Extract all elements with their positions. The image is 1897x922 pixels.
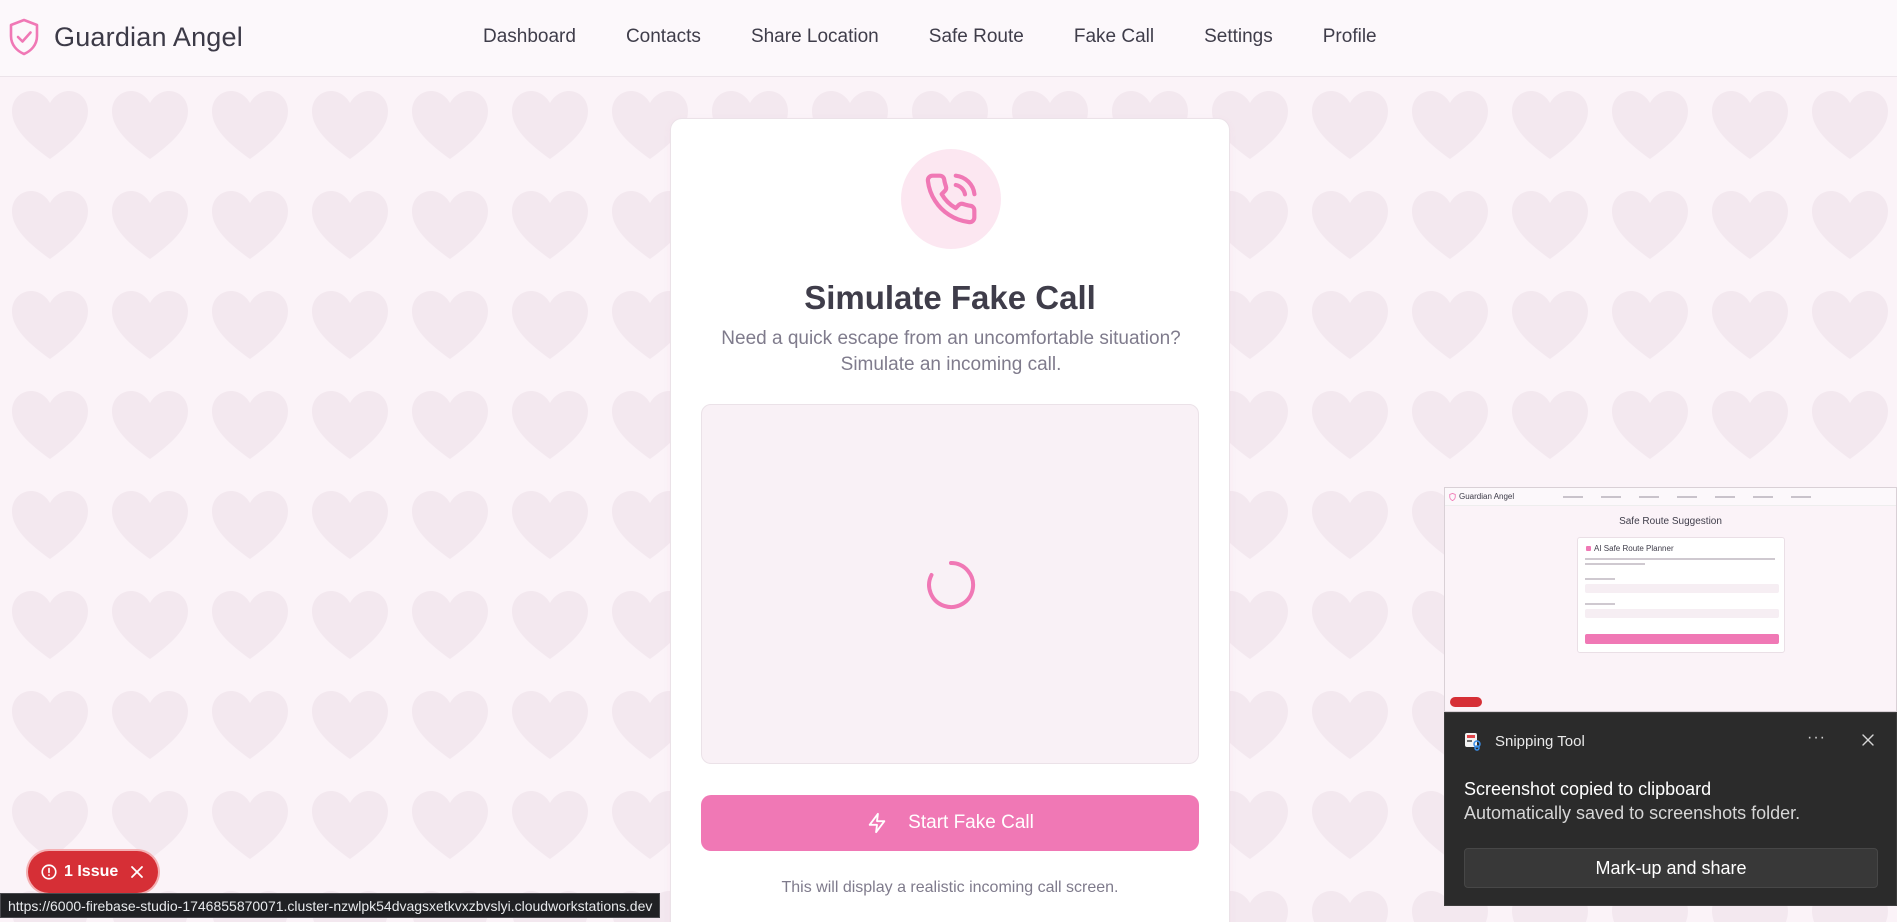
main-nav: Dashboard Contacts Share Location Safe R… bbox=[483, 26, 1427, 48]
zap-icon bbox=[868, 812, 886, 834]
snipping-tool-notification: Snipping Tool ··· Screenshot copied to c… bbox=[1444, 712, 1897, 906]
thumbnail-card: AI Safe Route Planner bbox=[1577, 537, 1785, 653]
close-icon[interactable] bbox=[130, 865, 144, 879]
brand-name: Guardian Angel bbox=[54, 21, 243, 52]
markup-and-share-button[interactable]: Mark-up and share bbox=[1464, 848, 1878, 888]
thumbnail-header: Guardian Angel bbox=[1445, 488, 1896, 506]
thumbnail-nav bbox=[1563, 494, 1829, 498]
issues-label: 1 Issue bbox=[64, 863, 119, 880]
notification-app-name: Snipping Tool bbox=[1495, 733, 1585, 750]
nav-contacts[interactable]: Contacts bbox=[626, 26, 701, 48]
status-url-bar: https://6000-firebase-studio-17468558700… bbox=[0, 893, 661, 918]
thumbnail-brand: Guardian Angel bbox=[1449, 492, 1514, 501]
thumbnail-page-title: Safe Route Suggestion bbox=[1619, 516, 1722, 527]
nav-settings[interactable]: Settings bbox=[1204, 26, 1273, 48]
thumbnail-issue-badge bbox=[1450, 697, 1482, 707]
thumbnail-card-title: AI Safe Route Planner bbox=[1586, 544, 1674, 553]
close-icon[interactable] bbox=[1859, 731, 1877, 749]
more-options-icon[interactable]: ··· bbox=[1807, 729, 1826, 747]
start-fake-call-label: Start Fake Call bbox=[908, 812, 1034, 833]
nav-fake-call[interactable]: Fake Call bbox=[1074, 26, 1154, 48]
top-navbar: Guardian Angel Dashboard Contacts Share … bbox=[0, 0, 1897, 77]
call-preview-area bbox=[701, 404, 1199, 764]
notification-body: Automatically saved to screenshots folde… bbox=[1464, 803, 1801, 823]
fake-call-card: Simulate Fake Call Need a quick escape f… bbox=[670, 118, 1230, 922]
shield-check-icon bbox=[9, 18, 39, 56]
snipping-tool-icon bbox=[1465, 733, 1481, 751]
shield-check-icon bbox=[1449, 492, 1456, 501]
footer-note: This will display a realistic incoming c… bbox=[781, 879, 1119, 896]
loading-spinner-icon bbox=[927, 560, 976, 609]
phone-icon-badge bbox=[901, 149, 1001, 249]
start-fake-call-button[interactable]: Start Fake Call bbox=[701, 795, 1199, 851]
nav-profile[interactable]: Profile bbox=[1323, 26, 1377, 48]
thumbnail-brand-name: Guardian Angel bbox=[1459, 492, 1515, 501]
screenshot-thumbnail[interactable]: Guardian Angel Safe Route Suggestion AI … bbox=[1444, 487, 1897, 712]
notification-title: Screenshot copied to clipboard bbox=[1464, 779, 1712, 799]
issues-badge[interactable]: 1 Issue bbox=[28, 851, 158, 893]
brand[interactable]: Guardian Angel bbox=[8, 18, 243, 56]
nav-safe-route[interactable]: Safe Route bbox=[929, 26, 1024, 48]
phone-calling-icon bbox=[925, 173, 977, 225]
nav-dashboard[interactable]: Dashboard bbox=[483, 26, 576, 48]
nav-share-location[interactable]: Share Location bbox=[751, 26, 879, 48]
page-description: Need a quick escape from an uncomfortabl… bbox=[721, 328, 1181, 375]
alert-circle-icon bbox=[41, 864, 57, 880]
page-title: Simulate Fake Call bbox=[804, 279, 1096, 316]
